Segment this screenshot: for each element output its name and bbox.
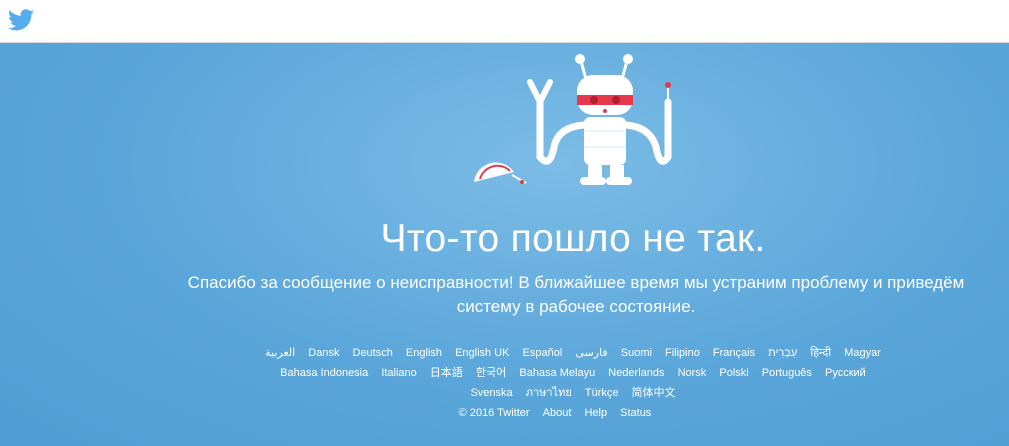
language-link[interactable]: Nederlands — [608, 363, 664, 383]
status-link[interactable]: Status — [620, 407, 651, 419]
help-link[interactable]: Help — [584, 407, 607, 419]
error-message-line-2: систему в рабочее состояние. — [456, 297, 696, 316]
language-link[interactable]: Bahasa Melayu — [519, 363, 595, 383]
twitter-bird-icon[interactable] — [8, 9, 34, 31]
language-list: العربية Dansk Deutsch English English UK… — [250, 343, 896, 403]
language-link[interactable]: ภาษาไทย — [526, 383, 572, 403]
language-link[interactable]: Italiano — [381, 363, 416, 383]
language-link[interactable]: हिन्दी — [810, 343, 831, 363]
language-link[interactable]: עִבְרִית — [768, 343, 797, 363]
error-panel: Что-то пошло не так. Спасибо за сообщени… — [0, 43, 1009, 446]
language-link[interactable]: Deutsch — [353, 343, 393, 363]
language-link[interactable]: Svenska — [470, 383, 512, 403]
language-link[interactable]: 日本語 — [430, 363, 463, 383]
language-link[interactable]: 한국어 — [476, 363, 506, 383]
copyright-text: © 2016 Twitter — [458, 407, 530, 419]
language-link[interactable]: Türkçe — [585, 383, 619, 403]
language-link[interactable]: فارسی — [575, 343, 607, 363]
language-link[interactable]: 简体中文 — [632, 383, 676, 403]
language-link[interactable]: Filipino — [665, 343, 700, 363]
error-message-line-1: Спасибо за сообщение о неисправности! В … — [187, 273, 965, 292]
language-link[interactable]: Polski — [719, 363, 748, 383]
about-link[interactable]: About — [543, 407, 572, 419]
language-link[interactable]: Dansk — [308, 343, 339, 363]
language-link[interactable]: English — [406, 343, 442, 363]
language-link[interactable]: Русский — [825, 363, 866, 383]
language-link[interactable]: Norsk — [678, 363, 707, 383]
language-link[interactable]: English UK — [455, 343, 509, 363]
language-link[interactable]: العربية — [265, 343, 295, 363]
language-link[interactable]: Suomi — [621, 343, 652, 363]
error-title: Что-то пошло не так. — [380, 217, 766, 260]
language-link[interactable]: Português — [762, 363, 812, 383]
footer: © 2016 Twitter About Help Status — [430, 407, 680, 419]
language-link[interactable]: Español — [523, 343, 563, 363]
top-bar — [0, 0, 1009, 43]
broken-head-icon — [474, 162, 527, 184]
language-link[interactable]: Français — [713, 343, 755, 363]
error-message: Спасибо за сообщение о неисправности! В … — [158, 271, 994, 319]
robot-icon — [474, 54, 672, 185]
language-link[interactable]: Magyar — [844, 343, 881, 363]
language-link[interactable]: Bahasa Indonesia — [280, 363, 368, 383]
